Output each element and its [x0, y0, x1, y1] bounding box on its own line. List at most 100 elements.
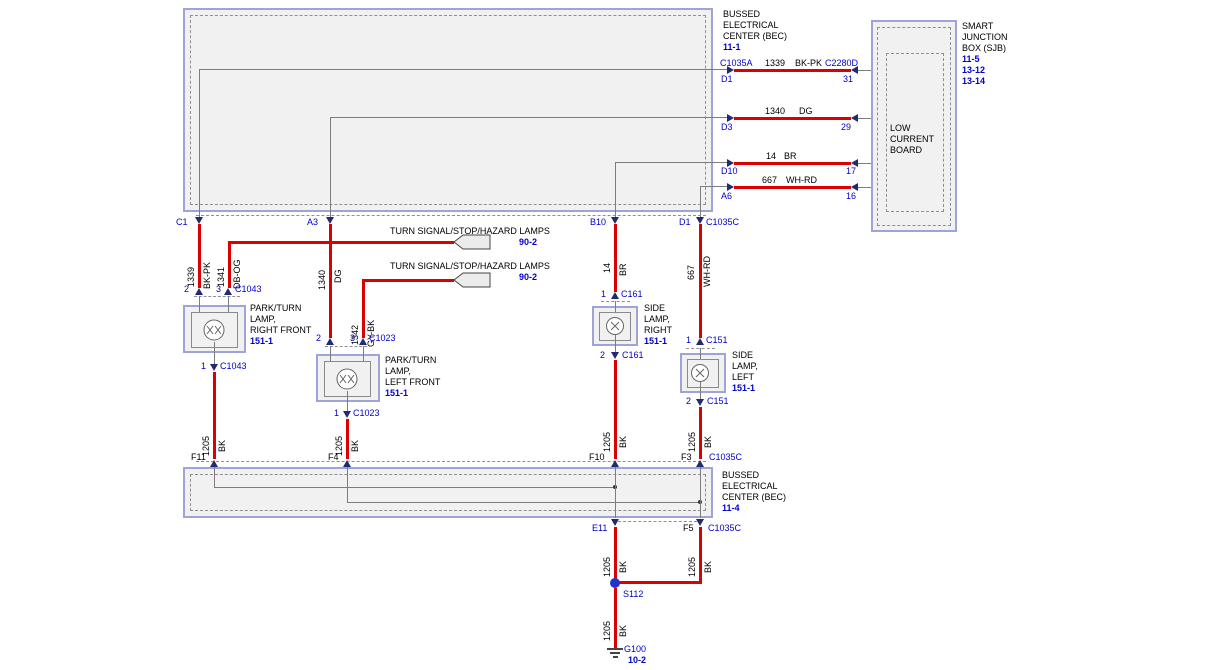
bec-bus-drop-a3 [330, 118, 331, 217]
bulb-icon [690, 363, 710, 383]
connector-c1035a[interactable]: C1035A [720, 58, 753, 69]
sjb-page-ref[interactable]: 11-5 [962, 54, 980, 65]
low-current-board-label: LOW [890, 123, 911, 134]
lamp-sr-lead [615, 335, 616, 352]
wire-num-14: 14 [602, 263, 613, 273]
low-current-board-label: BOARD [890, 145, 922, 156]
connector-c151[interactable]: C151 [706, 335, 728, 346]
wire-num-1340: 1340 [317, 270, 328, 290]
connector-c1035c[interactable]: C1035C [706, 217, 739, 228]
pin-1: 1 [334, 408, 339, 419]
lamp-lf-label: LEFT FRONT [385, 377, 440, 388]
arrow-down-icon [611, 352, 619, 359]
wire-667-horizontal [734, 186, 851, 189]
wire-1205-rf [213, 372, 216, 459]
connector-c151[interactable]: C151 [707, 396, 729, 407]
lamp-sl-label: LEFT [732, 372, 754, 383]
arrow-up-icon [195, 288, 203, 295]
connector-dashed-line [196, 461, 706, 462]
arrow-down-icon [696, 399, 704, 406]
connector-c1035c[interactable]: C1035C [709, 452, 742, 463]
wire-color-bk: BK [350, 440, 361, 452]
bec-bottom-label: ELECTRICAL [722, 481, 778, 492]
arrow-up-icon [696, 338, 704, 345]
bec-top-dashed-border [190, 15, 706, 205]
connector-c161[interactable]: C161 [621, 289, 643, 300]
lamp-sr-page-ref[interactable]: 151-1 [644, 336, 667, 347]
pin-1: 1 [201, 361, 206, 372]
pin-2: 2 [316, 333, 321, 344]
wire-1341-horizontal [228, 241, 454, 244]
sjb-page-ref[interactable]: 13-12 [962, 65, 985, 76]
offpage-page-ref[interactable]: 90-2 [519, 272, 537, 283]
bec2-bus-line [347, 502, 700, 503]
lamp-sl-label: SIDE [732, 350, 753, 361]
bec-bottom-label: BUSSED [722, 470, 759, 481]
bec-bus-line-row2 [330, 117, 727, 118]
bulb-icon [605, 316, 625, 336]
lamp-rf-label: RIGHT FRONT [250, 325, 311, 336]
wire-color-whrd: WH-RD [786, 175, 817, 186]
ground-icon [607, 648, 623, 650]
bec-bus-line-row3 [615, 162, 727, 163]
arrow-down-icon [696, 519, 704, 526]
wire-1339-horizontal [734, 69, 851, 72]
ground-g100[interactable]: G100 [624, 644, 646, 655]
arrow-down-icon [210, 364, 218, 371]
arrow-left-icon [851, 114, 858, 122]
connector-c161[interactable]: C161 [622, 350, 644, 361]
connector-c2280d[interactable]: C2280D [825, 58, 858, 69]
wire-color-bkpk: BK-PK [795, 58, 822, 69]
lamp-sl-label: LAMP, [732, 361, 758, 372]
connector-dashed-line [613, 521, 702, 522]
bec-bottom-page-ref[interactable]: 11-4 [722, 503, 740, 514]
lamp-lf-label: LAMP, [385, 366, 411, 377]
bec-bottom-dashed-border [190, 474, 706, 511]
arrow-up-icon [611, 292, 619, 299]
pin-17: 17 [846, 166, 856, 177]
wire-1205-sl [699, 407, 702, 459]
pin-16: 16 [846, 191, 856, 202]
lamp-sl-page-ref[interactable]: 151-1 [732, 383, 755, 394]
lamp-rf-page-ref[interactable]: 151-1 [250, 336, 273, 347]
wire-1205-f5 [699, 527, 702, 583]
connector-c1043[interactable]: C1043 [235, 284, 262, 295]
arrow-up-icon [224, 288, 232, 295]
arrow-up-icon [696, 460, 704, 467]
wiring-diagram: BUSSED ELECTRICAL CENTER (BEC) 11-1 C103… [0, 0, 1220, 670]
sjb-label: BOX (SJB) [962, 43, 1006, 54]
wire-1205-ground [614, 588, 617, 648]
offpage-connector-icon[interactable] [453, 272, 491, 288]
pin-1: 1 [601, 289, 606, 300]
wire-num-1205: 1205 [602, 432, 613, 452]
arrow-down-icon [696, 217, 704, 224]
ground-page-ref[interactable]: 10-2 [628, 655, 646, 666]
offpage-page-ref[interactable]: 90-2 [519, 237, 537, 248]
bec-top-page-ref[interactable]: 11-1 [723, 42, 741, 53]
connector-c1023[interactable]: C1023 [369, 333, 396, 344]
wire-1205-lf [346, 419, 349, 459]
sjb-label: SMART [962, 21, 993, 32]
pin-f3: F3 [681, 452, 692, 463]
pin-2: 2 [686, 396, 691, 407]
lamp-lf-page-ref[interactable]: 151-1 [385, 388, 408, 399]
sjb-page-ref[interactable]: 13-14 [962, 76, 985, 87]
bec-top-label: BUSSED [723, 9, 760, 20]
bec-top-label: CENTER (BEC) [723, 31, 787, 42]
lamp-rf-lead [214, 342, 215, 364]
wire-num-1205: 1205 [602, 621, 613, 641]
lamp-rf-lead [199, 296, 200, 312]
connector-c1043[interactable]: C1043 [220, 361, 247, 372]
bec-bus-line-row1 [199, 69, 727, 70]
wire-num-1205: 1205 [687, 432, 698, 452]
wire-color-dg: DG [333, 270, 344, 284]
splice-s112[interactable]: S112 [623, 589, 643, 600]
pin-d1: D1 [721, 74, 733, 85]
lamp-lf-lead [363, 346, 364, 361]
pin-d10: D10 [721, 166, 738, 177]
pin-2: 2 [184, 284, 189, 295]
pin-c1: C1 [176, 217, 188, 228]
connector-c1035c[interactable]: C1035C [708, 523, 741, 534]
pin-3: 3 [216, 284, 221, 295]
connector-c1023[interactable]: C1023 [353, 408, 380, 419]
